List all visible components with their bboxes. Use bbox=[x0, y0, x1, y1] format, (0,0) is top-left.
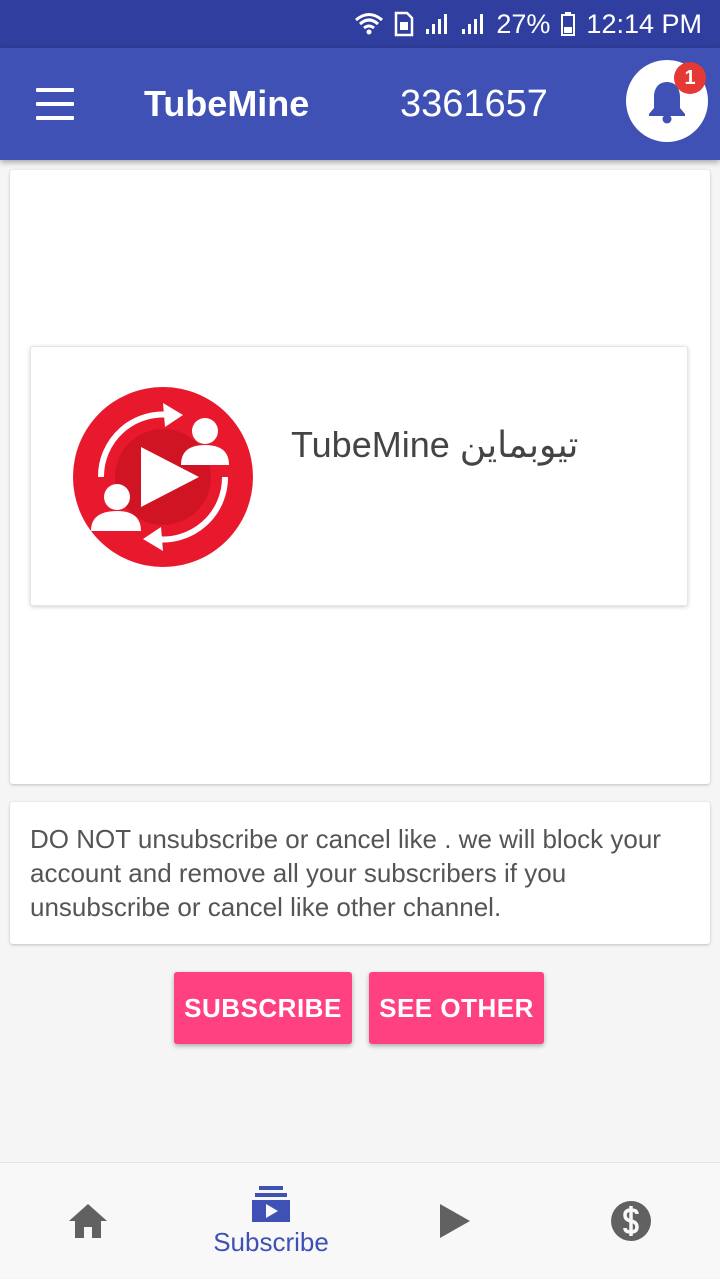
nav-videos[interactable] bbox=[406, 1163, 502, 1279]
bottom-navigation: Subscribe bbox=[0, 1162, 720, 1278]
nav-subscribe-label: Subscribe bbox=[213, 1227, 329, 1257]
app-title: TubeMine bbox=[144, 83, 310, 124]
notification-badge: 1 bbox=[674, 62, 706, 94]
coin-balance: 3361657 bbox=[400, 83, 548, 125]
signal-icon bbox=[424, 12, 450, 36]
channel-name: TubeMine تیوبماین bbox=[291, 424, 579, 465]
notifications-button[interactable]: 1 bbox=[626, 60, 708, 142]
play-icon bbox=[440, 1204, 470, 1238]
nav-home[interactable] bbox=[40, 1163, 136, 1279]
channel-panel: TubeMine تیوبماین bbox=[10, 170, 710, 784]
home-icon bbox=[69, 1204, 107, 1238]
sim-icon bbox=[394, 11, 414, 37]
nav-coins[interactable] bbox=[583, 1163, 679, 1279]
see-other-button[interactable]: SEE OTHER bbox=[369, 972, 544, 1044]
dollar-icon bbox=[611, 1201, 651, 1241]
app-bar: TubeMine 3361657 1 bbox=[0, 48, 720, 160]
tubemine-logo-icon bbox=[73, 387, 253, 567]
nav-subscribe[interactable]: Subscribe bbox=[195, 1163, 347, 1279]
channel-card[interactable]: TubeMine تیوبماین bbox=[30, 346, 688, 606]
menu-icon bbox=[36, 88, 74, 92]
warning-message: DO NOT unsubscribe or cancel like . we w… bbox=[10, 802, 710, 944]
subscriptions-icon bbox=[252, 1186, 290, 1222]
wifi-icon bbox=[354, 11, 384, 37]
signal-icon bbox=[460, 12, 486, 36]
battery-percent: 27% bbox=[496, 8, 551, 39]
battery-icon bbox=[560, 11, 576, 37]
menu-button[interactable] bbox=[30, 82, 80, 126]
status-bar: 27% 12:14 PM bbox=[0, 0, 720, 48]
subscribe-button[interactable]: SUBSCRIBE bbox=[174, 972, 352, 1044]
clock: 12:14 PM bbox=[586, 8, 702, 39]
